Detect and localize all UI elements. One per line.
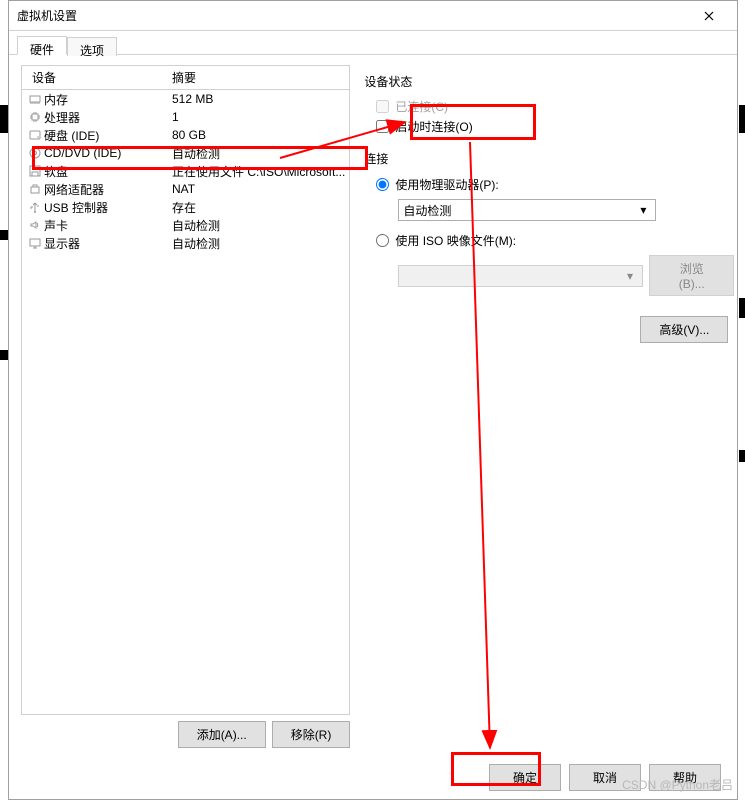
list-item[interactable]: USB 控制器 存在 [22, 198, 349, 216]
col-header-device: 设备 [22, 69, 172, 86]
physical-drive-value: 自动检测 [403, 202, 451, 219]
connect-on-power-row[interactable]: 启动时连接(O) [376, 116, 734, 136]
advanced-row: 高级(V)... [364, 316, 734, 343]
titlebar: 虚拟机设置 [9, 1, 737, 31]
device-summary: 存在 [172, 199, 345, 216]
connection-group: 连接 使用物理驱动器(P): 自动检测 ▾ 使用 ISO 映像文 [364, 150, 734, 296]
group-title-connection: 连接 [364, 150, 734, 167]
device-summary: 1 [172, 110, 345, 124]
connect-on-power-label: 启动时连接(O) [395, 118, 472, 135]
left-buttons: 添加(A)... 移除(R) [21, 721, 350, 748]
display-icon [29, 237, 41, 249]
tab-hardware[interactable]: 硬件 [17, 36, 67, 55]
connect-on-power-checkbox[interactable] [376, 120, 389, 133]
device-name: 网络适配器 [44, 181, 172, 198]
device-name: 软盘 [44, 163, 172, 180]
iso-path-select: ▾ [398, 265, 643, 287]
physical-drive-select[interactable]: 自动检测 ▾ [398, 199, 656, 221]
device-name: CD/DVD (IDE) [44, 146, 172, 160]
device-summary: 512 MB [172, 92, 345, 106]
window-title: 虚拟机设置 [17, 7, 689, 24]
tab-options[interactable]: 选项 [67, 37, 117, 56]
bg-strip [739, 450, 745, 462]
list-item[interactable]: 显示器 自动检测 [22, 234, 349, 252]
floppy-icon [29, 165, 41, 177]
close-icon [704, 11, 714, 21]
sound-icon [29, 219, 41, 231]
connected-checkbox [376, 100, 389, 113]
network-icon [29, 183, 41, 195]
list-item[interactable]: 内存 512 MB [22, 90, 349, 108]
list-item[interactable]: CD/DVD (IDE) 自动检测 [22, 144, 349, 162]
device-summary: 80 GB [172, 128, 345, 142]
ok-button[interactable]: 确定 [489, 764, 561, 791]
use-physical-label: 使用物理驱动器(P): [395, 176, 498, 193]
list-item[interactable]: 处理器 1 [22, 108, 349, 126]
device-list-box: 设备 摘要 内存 512 MB 处理器 1 [21, 65, 350, 715]
connected-checkbox-row: 已连接(C) [376, 96, 734, 116]
connected-label: 已连接(C) [395, 98, 448, 115]
device-name: 硬盘 (IDE) [44, 127, 172, 144]
device-summary: 自动检测 [172, 145, 345, 162]
chevron-down-icon: ▾ [635, 203, 651, 217]
device-name: 显示器 [44, 235, 172, 252]
device-name: 内存 [44, 91, 172, 108]
list-item[interactable]: 软盘 正在使用文件 C:\ISO\Microsoft... [22, 162, 349, 180]
use-iso-row[interactable]: 使用 ISO 映像文件(M): [376, 229, 734, 251]
device-summary: 正在使用文件 C:\ISO\Microsoft... [172, 163, 345, 180]
list-item[interactable]: 网络适配器 NAT [22, 180, 349, 198]
hdd-icon [29, 129, 41, 141]
device-summary: NAT [172, 182, 345, 196]
device-name: 声卡 [44, 217, 172, 234]
device-list: 内存 512 MB 处理器 1 硬盘 (IDE) 80 GB [22, 90, 349, 252]
memory-icon [29, 93, 41, 105]
tabstrip: 硬件 选项 [9, 31, 737, 55]
watermark: CSDN @Python老吕 [622, 776, 733, 793]
cd-icon [29, 147, 41, 159]
use-iso-label: 使用 ISO 映像文件(M): [395, 232, 516, 249]
bg-strip [739, 298, 745, 318]
left-panel: 设备 摘要 内存 512 MB 处理器 1 [21, 65, 350, 749]
use-physical-radio[interactable] [376, 178, 389, 191]
add-button[interactable]: 添加(A)... [178, 721, 266, 748]
content-area: 设备 摘要 内存 512 MB 处理器 1 [9, 55, 737, 759]
device-summary: 自动检测 [172, 217, 345, 234]
device-name: 处理器 [44, 109, 172, 126]
device-status-group: 设备状态 已连接(C) 启动时连接(O) [364, 73, 734, 136]
use-physical-row[interactable]: 使用物理驱动器(P): [376, 173, 734, 195]
chevron-down-icon: ▾ [622, 269, 638, 283]
group-title-status: 设备状态 [364, 73, 734, 90]
device-list-header: 设备 摘要 [22, 66, 349, 90]
device-name: USB 控制器 [44, 199, 172, 216]
close-button[interactable] [689, 1, 729, 31]
col-header-summary: 摘要 [172, 69, 349, 86]
remove-button[interactable]: 移除(R) [272, 721, 351, 748]
device-summary: 自动检测 [172, 235, 345, 252]
list-item[interactable]: 硬盘 (IDE) 80 GB [22, 126, 349, 144]
cpu-icon [29, 111, 41, 123]
right-panel: 设备状态 已连接(C) 启动时连接(O) 连接 [350, 65, 734, 749]
bg-strip [739, 105, 745, 133]
list-item[interactable]: 声卡 自动检测 [22, 216, 349, 234]
advanced-button[interactable]: 高级(V)... [640, 316, 728, 343]
use-iso-radio[interactable] [376, 234, 389, 247]
browse-button: 浏览(B)... [649, 255, 734, 296]
vm-settings-dialog: 虚拟机设置 硬件 选项 设备 摘要 内存 512 MB [8, 0, 738, 800]
usb-icon [29, 201, 41, 213]
